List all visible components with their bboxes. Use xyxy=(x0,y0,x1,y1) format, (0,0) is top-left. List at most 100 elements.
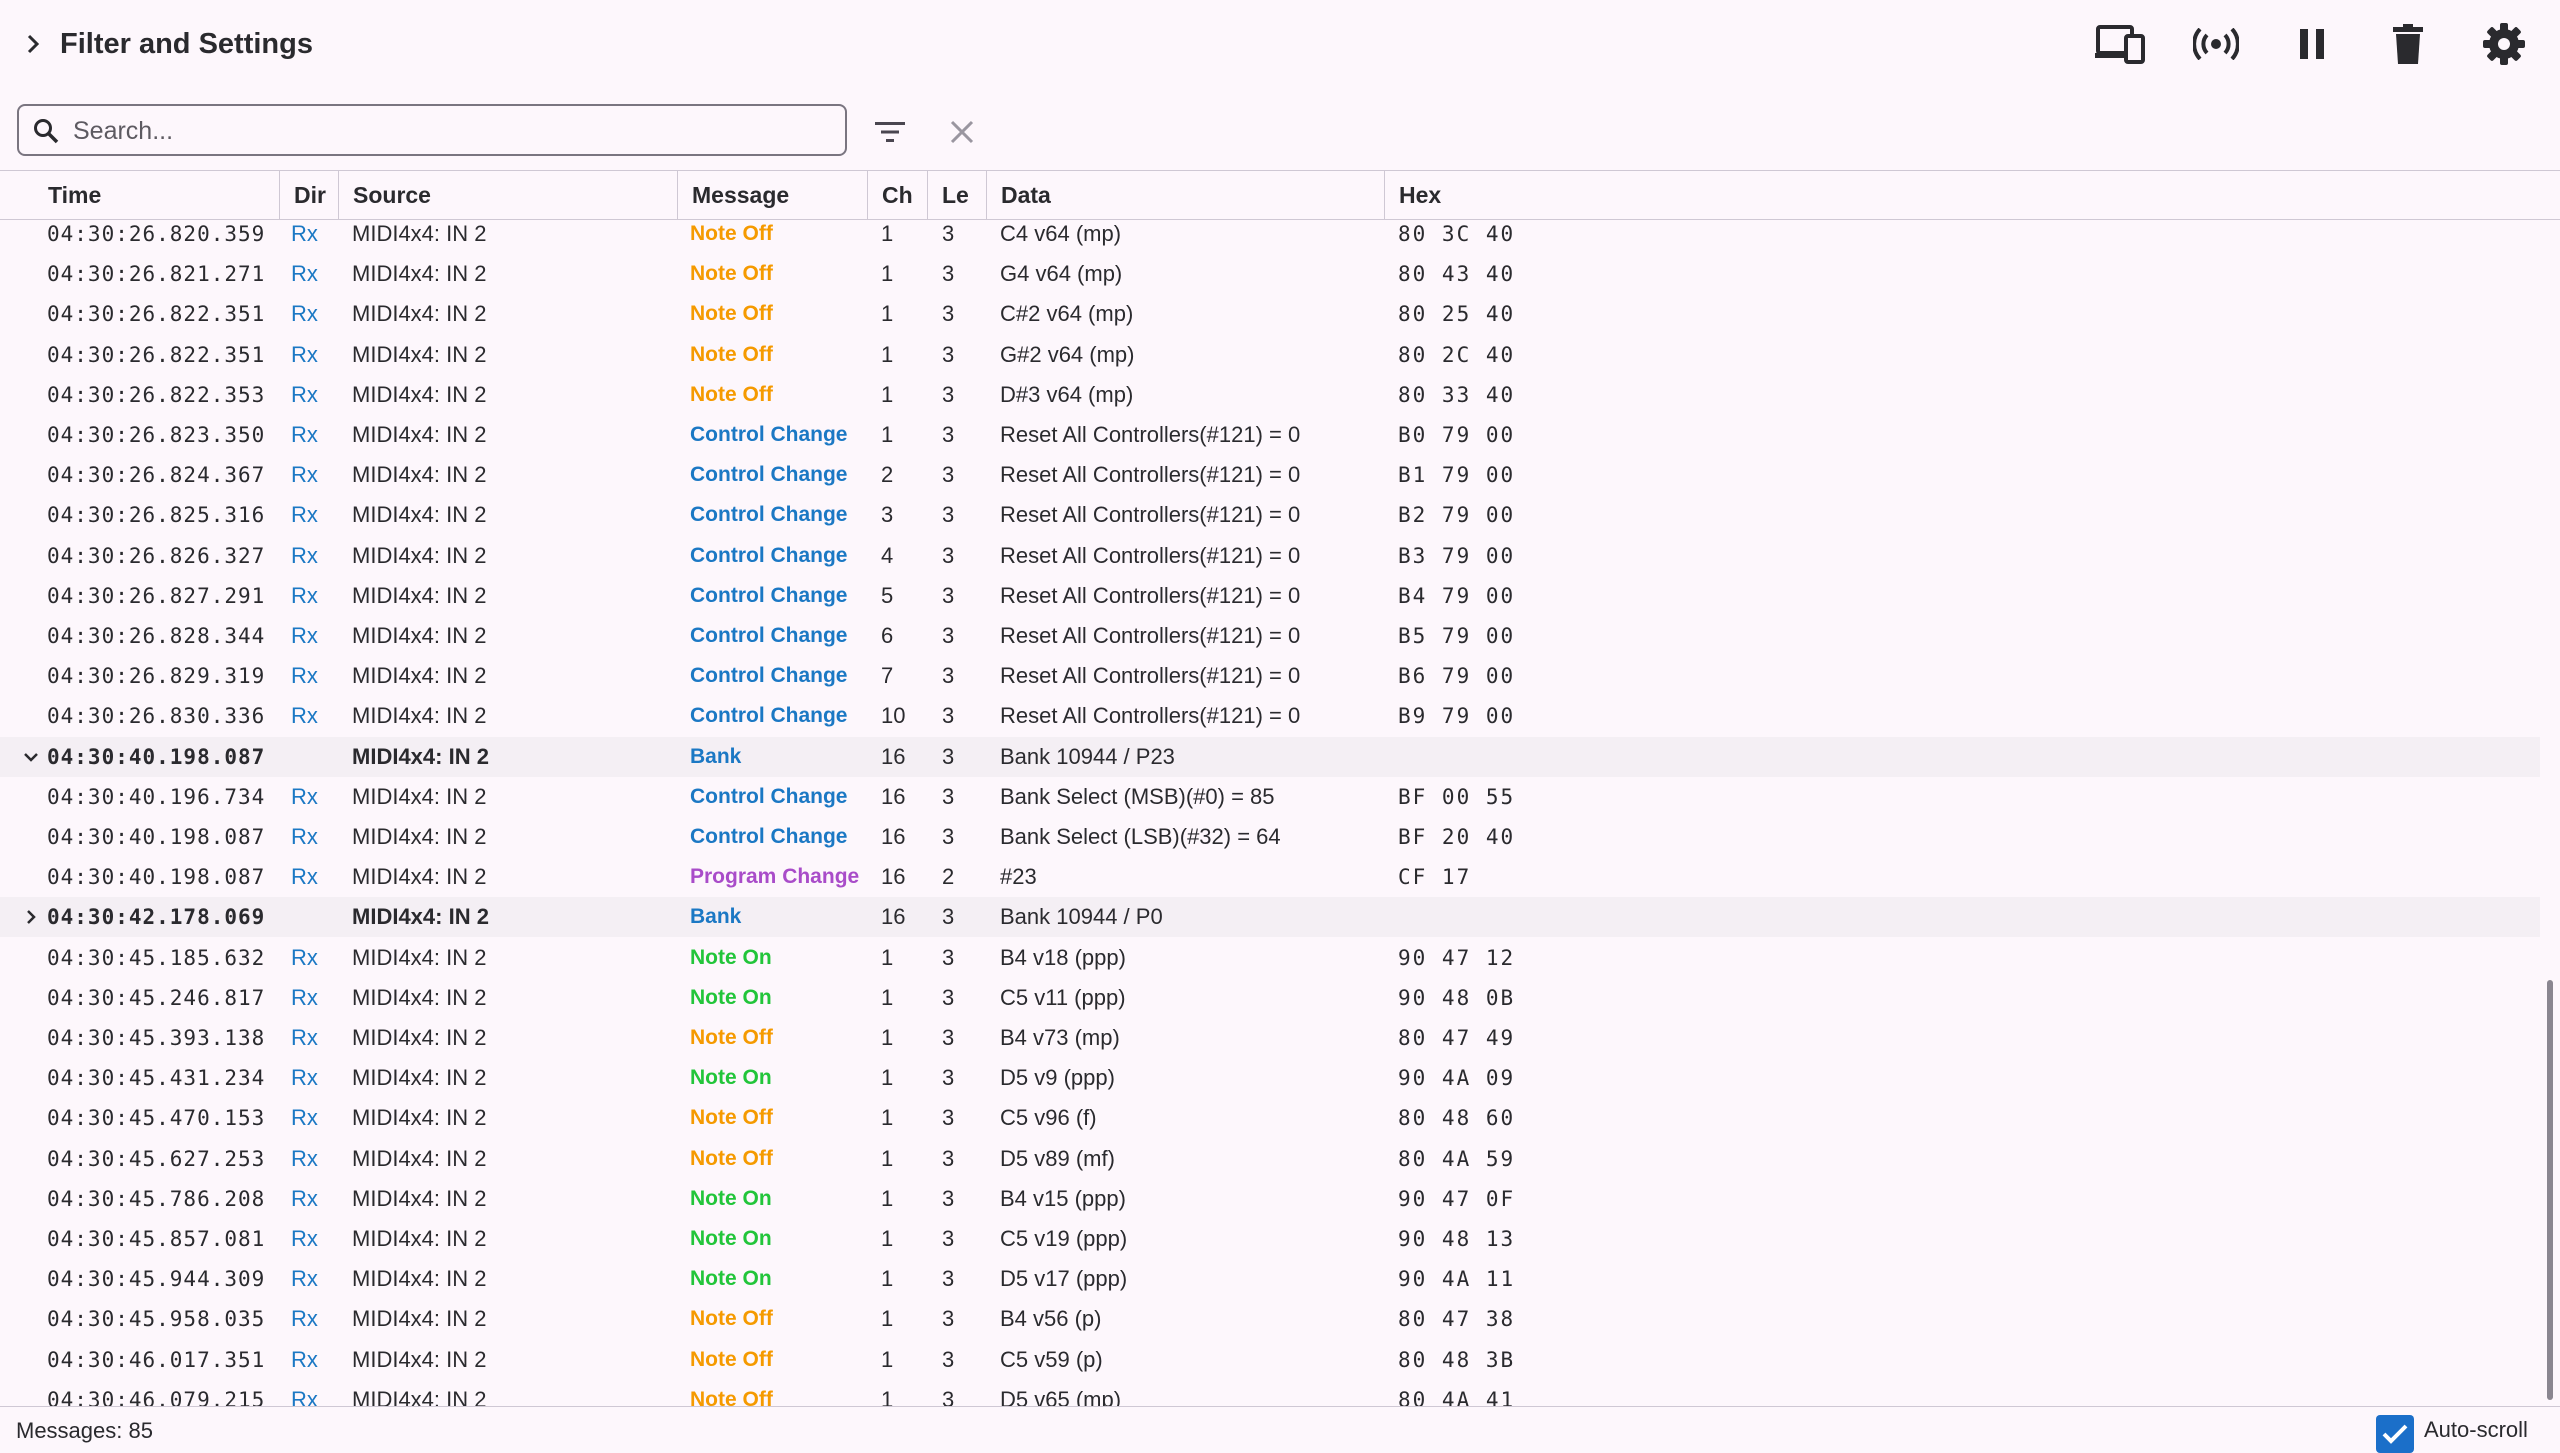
table-row[interactable]: 04:30:45.944.309 Rx MIDI4x4: IN 2 Note On 1 3… xyxy=(0,1259,2540,1299)
message-type-cell: Note Off xyxy=(690,1347,773,1371)
table-row[interactable]: 04:30:45.470.153 Rx MIDI4x4: IN 2 Note Off 1… xyxy=(0,1098,2540,1138)
table-row[interactable]: 04:30:26.827.291 Rx MIDI4x4: IN 2 Control C… xyxy=(0,576,2540,616)
message-type-cell: Note Off xyxy=(690,262,773,286)
time-cell: 04:30:45.944.309 xyxy=(47,1267,266,1292)
table-row[interactable]: 04:30:26.825.316 Rx MIDI4x4: IN 2 Control C… xyxy=(0,495,2540,535)
length-cell: 3 xyxy=(942,904,955,930)
column-header-length[interactable]: Le xyxy=(927,171,986,219)
source-cell: MIDI4x4: IN 2 xyxy=(352,1346,487,1372)
devices-icon xyxy=(2095,25,2145,64)
column-header-channel[interactable]: Ch xyxy=(867,171,927,219)
source-cell: MIDI4x4: IN 2 xyxy=(352,301,487,327)
length-cell: 3 xyxy=(942,703,955,729)
pause-button[interactable] xyxy=(2282,14,2342,74)
clear-log-button[interactable] xyxy=(2378,14,2438,74)
table-row[interactable]: 04:30:26.822.353 Rx MIDI4x4: IN 2 Note Off 1… xyxy=(0,375,2540,415)
table-row[interactable]: 04:30:45.393.138 Rx MIDI4x4: IN 2 Note Off 1… xyxy=(0,1018,2540,1058)
length-cell: 3 xyxy=(942,462,955,488)
channel-cell: 16 xyxy=(881,824,906,849)
table-row[interactable]: 04:30:45.627.253 Rx MIDI4x4: IN 2 Note Off 1… xyxy=(0,1139,2540,1179)
table-row[interactable]: 04:30:26.822.351 Rx MIDI4x4: IN 2 Note Off 1… xyxy=(0,294,2540,334)
direction-cell: Rx xyxy=(291,1266,318,1292)
direction-cell: Rx xyxy=(291,1306,318,1332)
scrollbar-thumb[interactable] xyxy=(2547,980,2553,1400)
data-cell: G4 v64 (mp) xyxy=(1000,261,1123,287)
broadcast-button[interactable] xyxy=(2186,14,2246,74)
clear-search-button[interactable] xyxy=(940,110,984,154)
search-input[interactable] xyxy=(71,112,835,150)
direction-cell: Rx xyxy=(291,422,318,447)
devices-button[interactable] xyxy=(2090,14,2150,74)
hex-cell: 90 47 0F xyxy=(1398,1186,1516,1211)
settings-button[interactable] xyxy=(2474,14,2534,74)
column-header-data[interactable]: Data xyxy=(986,171,1384,219)
settings-icon xyxy=(2483,23,2525,65)
time-cell: 04:30:45.431.234 xyxy=(47,1066,266,1091)
length-cell: 3 xyxy=(942,1346,955,1372)
table-row[interactable]: 04:30:45.958.035 Rx MIDI4x4: IN 2 Note Off 1… xyxy=(0,1299,2540,1339)
table-row[interactable]: 04:30:45.246.817 Rx MIDI4x4: IN 2 Note On 1 3… xyxy=(0,978,2540,1018)
table-row[interactable]: 04:30:26.821.271 Rx MIDI4x4: IN 2 Note Off 1… xyxy=(0,254,2540,294)
search-field[interactable] xyxy=(17,104,847,156)
group-row[interactable]: 04:30:42.178.069 MIDI4x4: IN 2 Bank 16 3 Bank… xyxy=(0,897,2540,938)
data-cell: Bank Select (MSB)(#0) = 85 xyxy=(1000,783,1275,809)
autoscroll-checkbox[interactable] xyxy=(2376,1415,2414,1453)
expand-group-button[interactable] xyxy=(16,897,46,937)
table-row[interactable]: 04:30:26.830.336 Rx MIDI4x4: IN 2 Control C… xyxy=(0,696,2540,736)
filter-button[interactable] xyxy=(868,110,912,154)
source-cell: MIDI4x4: IN 2 xyxy=(352,462,487,488)
panel-title[interactable]: Filter and Settings xyxy=(60,26,313,62)
time-cell: 04:30:45.857.081 xyxy=(47,1227,266,1251)
column-header-source[interactable]: Source xyxy=(338,171,677,219)
table-row[interactable]: 04:30:46.079.215 Rx MIDI4x4: IN 2 Note Off 1… xyxy=(0,1380,2540,1406)
group-row[interactable]: 04:30:40.198.087 MIDI4x4: IN 2 Bank 16 3 Bank… xyxy=(0,736,2540,777)
source-cell: MIDI4x4: IN 2 xyxy=(352,703,487,729)
table-row[interactable]: 04:30:26.826.327 Rx MIDI4x4: IN 2 Control C… xyxy=(0,536,2540,576)
table-row[interactable]: 04:30:26.824.367 Rx MIDI4x4: IN 2 Control C… xyxy=(0,455,2540,495)
table-row[interactable]: 04:30:45.431.234 Rx MIDI4x4: IN 2 Note On 1 3… xyxy=(0,1058,2540,1098)
hex-cell: 90 48 13 xyxy=(1398,1227,1516,1251)
table-row[interactable]: 04:30:26.820.359 Rx MIDI4x4: IN 2 Note Off 1… xyxy=(0,220,2540,254)
source-cell: MIDI4x4: IN 2 xyxy=(352,1025,487,1050)
table-row[interactable]: 04:30:26.823.350 Rx MIDI4x4: IN 2 Control C… xyxy=(0,415,2540,455)
table-row[interactable]: 04:30:46.017.351 Rx MIDI4x4: IN 2 Note Off 1… xyxy=(0,1340,2540,1380)
message-type-cell: Control Change xyxy=(690,784,848,808)
time-cell: 04:30:26.823.350 xyxy=(47,423,266,447)
length-cell: 3 xyxy=(942,1185,955,1211)
collapse-group-button[interactable] xyxy=(16,737,46,777)
data-cell: Bank Select (LSB)(#32) = 64 xyxy=(1000,824,1281,849)
expand-filter-button[interactable] xyxy=(18,26,48,62)
data-cell: Reset All Controllers(#121) = 0 xyxy=(1000,422,1301,447)
table-row[interactable]: 04:30:26.828.344 Rx MIDI4x4: IN 2 Control C… xyxy=(0,616,2540,656)
table-row[interactable]: 04:30:45.185.632 Rx MIDI4x4: IN 2 Note On 1 3… xyxy=(0,938,2540,978)
time-cell: 04:30:46.079.215 xyxy=(47,1387,266,1406)
table-row[interactable]: 04:30:40.198.087 Rx MIDI4x4: IN 2 Program C… xyxy=(0,857,2540,897)
table-row[interactable]: 04:30:26.829.319 Rx MIDI4x4: IN 2 Control C… xyxy=(0,656,2540,696)
time-cell: 04:30:26.821.271 xyxy=(47,262,266,287)
time-cell: 04:30:40.198.087 xyxy=(47,744,266,769)
direction-cell: Rx xyxy=(291,221,318,246)
table-row[interactable]: 04:30:40.198.087 Rx MIDI4x4: IN 2 Control C… xyxy=(0,817,2540,857)
time-cell: 04:30:45.246.817 xyxy=(47,985,266,1010)
message-list[interactable]: 04:30:26.820.359 Rx MIDI4x4: IN 2 Note Off 1… xyxy=(0,220,2540,1406)
hex-cell: 90 47 12 xyxy=(1398,945,1516,970)
table-row[interactable]: 04:30:45.786.208 Rx MIDI4x4: IN 2 Note On 1 3… xyxy=(0,1179,2540,1219)
source-cell: MIDI4x4: IN 2 xyxy=(352,904,489,930)
length-cell: 3 xyxy=(942,1226,955,1251)
column-header-dir[interactable]: Dir xyxy=(279,171,338,219)
table-row[interactable]: 04:30:40.196.734 Rx MIDI4x4: IN 2 Control C… xyxy=(0,777,2540,817)
length-cell: 3 xyxy=(942,422,955,447)
channel-cell: 1 xyxy=(881,261,894,287)
top-bar: Filter and Settings xyxy=(0,0,2560,88)
message-type-cell: Control Change xyxy=(690,704,848,728)
column-header-time[interactable]: Time xyxy=(34,171,279,219)
column-header-message[interactable]: Message xyxy=(677,171,867,219)
autoscroll-toggle[interactable]: Auto-scroll xyxy=(2376,1415,2528,1453)
table-row[interactable]: 04:30:26.822.351 Rx MIDI4x4: IN 2 Note Off 1… xyxy=(0,335,2540,375)
hex-cell: 80 3C 40 xyxy=(1398,222,1516,246)
table-row[interactable]: 04:30:45.857.081 Rx MIDI4x4: IN 2 Note On 1 3… xyxy=(0,1219,2540,1259)
channel-cell: 4 xyxy=(881,542,894,568)
direction-cell: Rx xyxy=(291,824,318,849)
column-header-hex[interactable]: Hex xyxy=(1384,171,1784,219)
filter-list-icon xyxy=(875,122,905,142)
